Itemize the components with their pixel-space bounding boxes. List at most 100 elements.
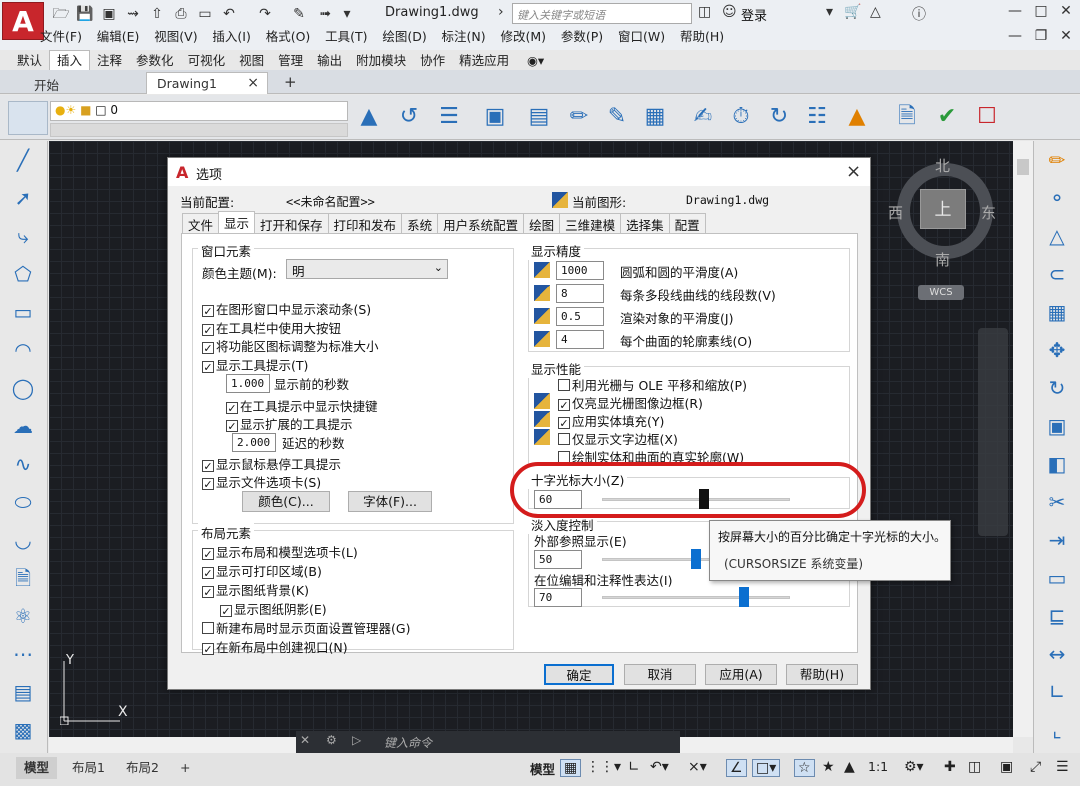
clean-screen-icon[interactable]: ⤢ — [1030, 759, 1041, 775]
xref-display-input[interactable]: 50 — [534, 550, 582, 569]
match-icon[interactable]: ✎ — [290, 5, 308, 23]
refresh-icon[interactable]: ↻ — [762, 100, 796, 134]
tab-profiles[interactable]: 配置 — [668, 213, 706, 233]
trim-icon[interactable]: ✂ — [1034, 483, 1080, 521]
extended-delay-input[interactable]: 2.000 — [232, 433, 276, 452]
array-icon[interactable]: ▦ — [1034, 293, 1080, 331]
raster-ole-checkbox[interactable]: 利用光栅与 OLE 平移和缩放(P) — [558, 375, 747, 394]
polygon-icon[interactable]: ⬠ — [0, 255, 46, 293]
eraser-icon[interactable]: ✏ — [562, 100, 596, 134]
fonts-button[interactable]: 字体(F)... — [348, 491, 432, 512]
menu-format[interactable]: 格式(O) — [266, 26, 311, 48]
break-at-point-icon[interactable]: ⊑ — [1034, 597, 1080, 635]
ribbon-tab-annotate[interactable]: 注释 — [90, 51, 129, 71]
apply-button[interactable]: 应用(A) — [705, 664, 777, 685]
binoculars-icon[interactable]: ◫ — [698, 4, 711, 20]
ellipse-icon[interactable]: ⬭ — [0, 483, 46, 521]
hatch-icon[interactable]: ▤ — [522, 100, 556, 134]
upload-icon[interactable]: ⇧ — [148, 5, 166, 23]
tab-drafting[interactable]: 绘图 — [523, 213, 561, 233]
open-folder-icon[interactable]: 🗁 — [52, 5, 70, 23]
annotation-scale-icon[interactable]: ▲ — [844, 759, 855, 775]
file-tab-start[interactable]: 开始 — [24, 72, 69, 94]
layout-tabs-checkbox[interactable]: ✓ 显示布局和模型选项卡(L) — [202, 542, 358, 561]
file-tabs-checkbox[interactable]: ✓ 显示文件选项卡(S) — [202, 472, 321, 491]
polar-icon[interactable]: ↶▾ — [650, 759, 669, 775]
ribbon-tab-featured[interactable]: 精选应用 — [452, 51, 516, 71]
colors-button[interactable]: 颜色(C)... — [242, 491, 330, 512]
extend-icon[interactable]: ⇥ — [1034, 521, 1080, 559]
shortcut-keys-checkbox[interactable]: ✓ 在工具提示中显示快捷键 — [226, 396, 378, 415]
join-icon[interactable]: ↔ — [1034, 635, 1080, 673]
redo-icon[interactable]: ↷ — [256, 5, 274, 23]
maximize-icon[interactable]: □ — [1029, 3, 1053, 23]
polyline-icon[interactable]: ⤷ — [0, 217, 46, 255]
tab-user-preferences[interactable]: 用户系统配置 — [437, 213, 525, 233]
snap-mode-icon[interactable]: ⋮⋮▾ — [586, 759, 621, 775]
layout-tab-layout2[interactable]: 布局2 — [118, 757, 167, 779]
undo-icon[interactable]: ↶ — [220, 5, 238, 23]
model-space-button[interactable]: 模型 — [530, 759, 555, 778]
menu-modify[interactable]: 修改(M) — [500, 26, 546, 48]
tooltips-checkbox[interactable]: ✓ 显示工具提示(T) — [202, 355, 308, 374]
render-smoothness-input[interactable]: 0.5 — [556, 307, 604, 326]
printable-area-checkbox[interactable]: ✓ 显示可打印区域(B) — [202, 561, 322, 580]
measure-icon[interactable]: ⏱ — [724, 100, 758, 134]
cmd-close-icon[interactable]: ✕ — [300, 733, 310, 747]
ribbon-icons-checkbox[interactable]: ✓ 将功能区图标调整为标准大小 — [202, 336, 379, 355]
file-tab-close-icon[interactable]: × — [247, 75, 259, 91]
arc-smoothness-input[interactable]: 1000 — [556, 261, 604, 280]
doc-minimize-icon[interactable]: — — [1003, 28, 1027, 48]
ribbon-tab-output[interactable]: 输出 — [310, 51, 349, 71]
color-theme-dropdown[interactable]: 明 ⌄ — [286, 259, 448, 279]
make-current-icon[interactable]: ▲ — [352, 100, 386, 134]
layer-state-dropdown[interactable] — [50, 123, 348, 137]
solid-fill-checkbox[interactable]: ✓ 应用实体填充(Y) — [558, 411, 664, 430]
polyline-segments-input[interactable]: 8 — [556, 284, 604, 303]
save-icon[interactable]: 💾 — [76, 5, 94, 23]
scale-icon[interactable]: ▣ — [1034, 407, 1080, 445]
customization-icon[interactable]: ☰ — [1056, 759, 1069, 775]
menu-tools[interactable]: 工具(T) — [325, 26, 367, 48]
tooltip-delay-input[interactable]: 1.000 — [226, 374, 270, 393]
ellipse-arc-icon[interactable]: ◡ — [0, 521, 46, 559]
add-scale-icon[interactable]: ✚ — [944, 759, 956, 775]
text-frame-checkbox[interactable]: 仅显示文字边框(X) — [558, 429, 678, 448]
app-logo-button[interactable]: A — [2, 2, 44, 40]
tab-plot-publish[interactable]: 打印和发布 — [327, 213, 403, 233]
ribbon-tab-view[interactable]: 视图 — [232, 51, 271, 71]
compass-east[interactable]: 东 — [981, 202, 996, 223]
ok-button[interactable]: 确定 — [544, 664, 614, 685]
line-icon[interactable]: ╱ — [0, 141, 46, 179]
inplace-edit-track[interactable] — [602, 596, 790, 599]
compass-west[interactable]: 西 — [888, 202, 903, 223]
large-buttons-checkbox[interactable]: ✓ 在工具栏中使用大按钮 — [202, 318, 341, 337]
rollover-tooltips-checkbox[interactable]: ✓ 显示鼠标悬停工具提示 — [202, 454, 341, 473]
layout-tab-layout1[interactable]: 布局1 — [64, 757, 113, 779]
tab-selection[interactable]: 选择集 — [620, 213, 670, 233]
menu-file[interactable]: 文件(F) — [40, 26, 82, 48]
hatch-tool-icon[interactable]: ▤ — [0, 673, 46, 711]
cmd-settings-icon[interactable]: ⚙ — [326, 733, 337, 747]
doc-close-icon[interactable]: ✕ — [1054, 28, 1078, 48]
point-icon[interactable]: ⋯ — [0, 635, 46, 673]
menu-draw[interactable]: 绘图(D) — [382, 26, 426, 48]
compass-north[interactable]: 北 — [935, 155, 950, 176]
login-button[interactable]: 登录 — [741, 5, 767, 24]
vertical-scroll-thumb[interactable] — [1017, 159, 1029, 175]
ribbon-tab-parametric[interactable]: 参数化 — [129, 51, 181, 71]
make-block-icon[interactable]: ⚛ — [0, 597, 46, 635]
viewport-icon[interactable]: ▣ — [478, 100, 512, 134]
ortho-icon[interactable]: ∟ — [628, 759, 640, 775]
ribbon-tab-addins[interactable]: 附加模块 — [349, 51, 413, 71]
gradient-icon[interactable]: ▩ — [0, 711, 46, 749]
move-icon[interactable]: ✥ — [1034, 331, 1080, 369]
copy-icon[interactable]: ⚬ — [1034, 179, 1080, 217]
tab-system[interactable]: 系统 — [401, 213, 439, 233]
data-link-icon[interactable]: ☷ — [800, 100, 834, 134]
ribbon-tab-home[interactable]: 默认 — [10, 51, 49, 71]
grid-display-icon[interactable]: ▦ — [560, 759, 582, 777]
close-icon[interactable]: ✕ — [1054, 3, 1078, 23]
file-tab-drawing1[interactable]: Drawing1 × — [146, 72, 268, 94]
inplace-edit-input[interactable]: 70 — [534, 588, 582, 607]
